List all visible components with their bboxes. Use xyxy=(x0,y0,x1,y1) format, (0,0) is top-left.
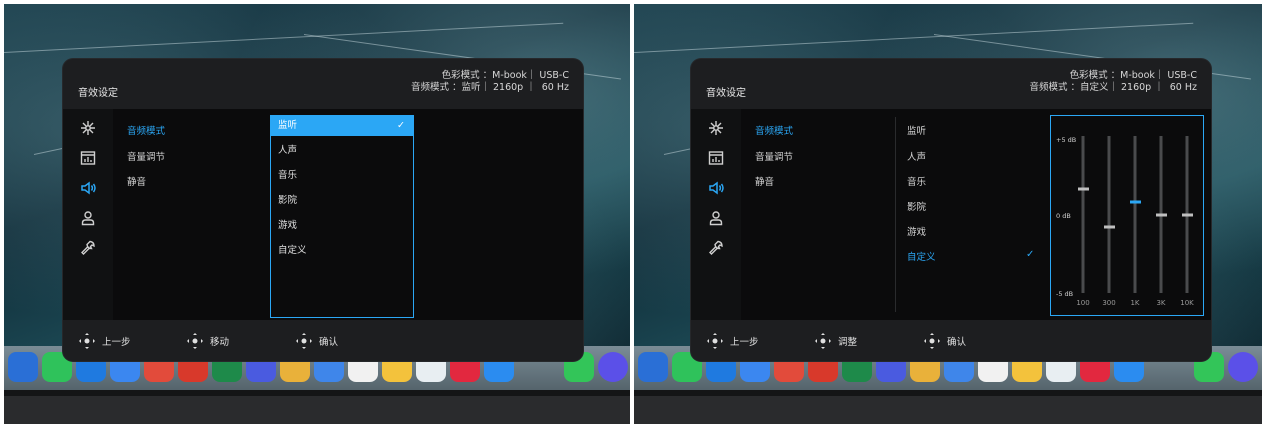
option-cinema[interactable]: 影院 xyxy=(907,199,926,213)
option-monitor[interactable]: 监听 ✓ xyxy=(271,116,413,136)
option-custom[interactable]: 自定义 xyxy=(271,241,413,261)
option-label: 监听 xyxy=(278,120,298,131)
option-vocal[interactable]: 人声 xyxy=(907,149,926,163)
osd-header: 音效设定 色彩模式 ：M-book｜ USB-C 音频模式 ：监听｜ 2160p… xyxy=(63,59,583,109)
status-info: 色彩模式 ：M-book｜ USB-C 音频模式 ：自定义｜ 2160p ｜ 6… xyxy=(1029,70,1197,94)
eq-knob-3k[interactable] xyxy=(1155,213,1167,216)
check-icon: ✓ xyxy=(397,120,405,131)
eq-freq-label: 1K xyxy=(1130,299,1140,307)
nav-back[interactable]: 上一步 xyxy=(78,332,131,350)
status-line-audio: 音频模式 ：监听｜ 2160p ｜ 60 Hz xyxy=(410,82,569,93)
menu-item-audio-mode[interactable]: 音频模式 xyxy=(755,123,793,137)
speaker-icon[interactable] xyxy=(704,177,728,199)
menu-item-volume[interactable]: 音量调节 xyxy=(755,149,793,163)
db-max-label: +5 dB xyxy=(1056,136,1077,144)
brightness-icon[interactable] xyxy=(704,117,728,139)
db-min-label: -5 dB xyxy=(1056,290,1074,298)
status-line-color: 色彩模式 ：M-book｜ USB-C xyxy=(1069,70,1197,81)
option-monitor[interactable]: 监听 xyxy=(907,123,926,137)
nav-confirm-label: 确认 xyxy=(947,337,967,348)
status-info: 色彩模式 ：M-book｜ USB-C 音频模式 ：监听｜ 2160p ｜ 60… xyxy=(411,70,569,94)
menu-item-mute[interactable]: 静音 xyxy=(127,174,146,188)
db-zero-label: 0 dB xyxy=(1056,212,1071,220)
menu-item-audio-mode[interactable]: 音频模式 xyxy=(127,123,165,137)
audio-mode-list: 监听 人声 音乐 影院 游戏 自定义 ✓ xyxy=(901,109,1051,320)
eq-slider-1k[interactable] xyxy=(1129,136,1141,293)
eq-knob-1k[interactable] xyxy=(1129,200,1141,204)
eq-knob-100[interactable] xyxy=(1077,187,1089,191)
nav-confirm[interactable]: 确认 xyxy=(295,332,338,350)
option-cinema[interactable]: 影院 xyxy=(271,191,413,211)
category-icons xyxy=(63,109,113,320)
nav-move-label: 移动 xyxy=(210,337,230,348)
eq-slider-100[interactable] xyxy=(1077,136,1089,293)
joystick-press-icon xyxy=(924,333,940,349)
option-game[interactable]: 游戏 xyxy=(271,216,413,236)
option-music[interactable]: 音乐 xyxy=(907,174,926,188)
osd-footer: 上一步 移动 确认 xyxy=(63,320,583,361)
osd-menu-custom-equalizer: 音效设定 色彩模式 ：M-book｜ USB-C 音频模式 ：自定义｜ 2160… xyxy=(691,59,1211,361)
audio-mode-dropdown: 监听 ✓ 人声 音乐 影院 游戏 自定义 xyxy=(270,115,414,318)
user-icon[interactable] xyxy=(704,207,728,229)
eq-slider-10k[interactable] xyxy=(1181,136,1193,293)
joystick-updown-icon xyxy=(187,333,203,349)
joystick-left-icon xyxy=(707,333,723,349)
eq-freq-label: 100 xyxy=(1076,299,1090,307)
eq-freq-label: 3K xyxy=(1156,299,1166,307)
brightness-icon[interactable] xyxy=(76,117,100,139)
osd-header: 音效设定 色彩模式 ：M-book｜ USB-C 音频模式 ：自定义｜ 2160… xyxy=(691,59,1211,109)
osd-body: 音频模式 音量调节 静音 监听 人声 音乐 影院 游戏 自定义 ✓ +5 dB … xyxy=(691,109,1211,320)
nav-confirm-label: 确认 xyxy=(319,337,339,348)
wrench-icon[interactable] xyxy=(704,237,728,259)
nav-adjust[interactable]: 调整 xyxy=(814,332,857,350)
display-icon[interactable] xyxy=(76,147,100,169)
osd-menu-audio-mode-list: 音效设定 色彩模式 ：M-book｜ USB-C 音频模式 ：监听｜ 2160p… xyxy=(63,59,583,361)
option-music[interactable]: 音乐 xyxy=(271,166,413,186)
eq-freq-label: 10K xyxy=(1180,299,1194,307)
menu-item-mute[interactable]: 静音 xyxy=(755,174,774,188)
osd-footer: 上一步 调整 确认 xyxy=(691,320,1211,361)
nav-back[interactable]: 上一步 xyxy=(706,332,759,350)
eq-slider-300[interactable] xyxy=(1103,136,1115,293)
option-game[interactable]: 游戏 xyxy=(907,224,926,238)
submenu: 音频模式 音量调节 静音 xyxy=(741,109,891,320)
eq-slider-3k[interactable] xyxy=(1155,136,1167,293)
osd-body: 音频模式 音量调节 静音 监听 ✓ 人声 音乐 影院 游戏 自定义 xyxy=(63,109,583,320)
nav-back-label: 上一步 xyxy=(102,337,131,348)
nav-adjust-label: 调整 xyxy=(838,337,858,348)
option-custom[interactable]: 自定义 xyxy=(907,249,936,263)
wrench-icon[interactable] xyxy=(76,237,100,259)
category-icons xyxy=(691,109,741,320)
joystick-updown-icon xyxy=(815,333,831,349)
check-icon: ✓ xyxy=(1026,249,1035,260)
monitor-bezel xyxy=(4,390,630,424)
display-icon[interactable] xyxy=(704,147,728,169)
status-line-audio: 音频模式 ：自定义｜ 2160p ｜ 60 Hz xyxy=(1029,82,1197,93)
eq-freq-label: 300 xyxy=(1102,299,1116,307)
eq-knob-300[interactable] xyxy=(1103,225,1115,229)
menu-item-volume[interactable]: 音量调节 xyxy=(127,149,165,163)
joystick-press-icon xyxy=(296,333,312,349)
column-divider xyxy=(895,117,896,312)
speaker-icon[interactable] xyxy=(76,177,100,199)
nav-move[interactable]: 移动 xyxy=(186,332,229,350)
monitor-bezel xyxy=(634,390,1262,424)
user-icon[interactable] xyxy=(76,207,100,229)
eq-knob-10k[interactable] xyxy=(1181,213,1193,216)
equalizer-panel: +5 dB 0 dB -5 dB 100 300 1K 3K 10K xyxy=(1050,115,1204,316)
osd-title: 音效设定 xyxy=(706,88,746,99)
option-vocal[interactable]: 人声 xyxy=(271,141,413,161)
nav-back-label: 上一步 xyxy=(730,337,759,348)
submenu: 音频模式 音量调节 静音 xyxy=(113,109,263,320)
joystick-left-icon xyxy=(79,333,95,349)
osd-title: 音效设定 xyxy=(78,88,118,99)
status-line-color: 色彩模式 ：M-book｜ USB-C xyxy=(441,70,569,81)
nav-confirm[interactable]: 确认 xyxy=(923,332,966,350)
